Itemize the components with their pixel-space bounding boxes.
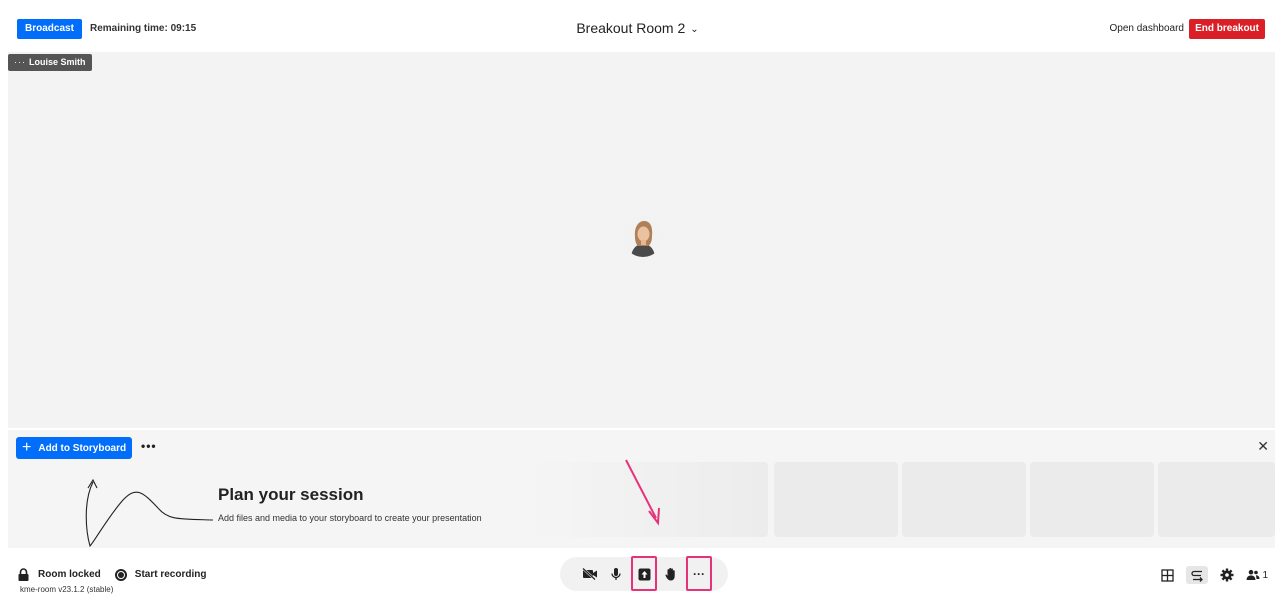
- right-toolbar: 1: [1148, 566, 1268, 584]
- add-to-storyboard-button[interactable]: + Add to Storyboard: [16, 437, 133, 459]
- chevron-down-icon: ⌄: [690, 24, 699, 35]
- ellipsis-icon: ···: [14, 57, 26, 67]
- grid-layout-icon[interactable]: [1156, 566, 1178, 584]
- plan-session-subtitle: Add files and media to your storyboard t…: [218, 513, 482, 523]
- storyboard-toggle-icon[interactable]: [1186, 566, 1209, 584]
- highlight-box-more: [686, 556, 712, 591]
- highlight-box-share: [631, 556, 657, 591]
- video-stage: ··· Louise Smith: [8, 52, 1275, 428]
- end-breakout-button[interactable]: End breakout: [1189, 19, 1265, 39]
- camera-off-icon[interactable]: [578, 557, 602, 591]
- close-icon[interactable]: ✕: [1257, 438, 1269, 455]
- raise-hand-icon[interactable]: [659, 557, 683, 591]
- lock-icon[interactable]: [17, 568, 30, 581]
- top-bar: Broadcast Remaining time: 09:15 Breakout…: [0, 0, 1275, 52]
- storyboard-slot: [902, 462, 1026, 537]
- room-locked-label[interactable]: Room locked: [38, 569, 101, 580]
- start-recording-label: Start recording: [134, 569, 207, 580]
- squiggle-arrow-illustration: [85, 478, 214, 548]
- open-dashboard-link[interactable]: Open dashboard: [1109, 23, 1184, 34]
- storyboard-slot: [1158, 462, 1275, 537]
- storyboard-panel: + Add to Storyboard ••• ✕ Plan your sessi…: [8, 430, 1275, 548]
- participants-icon: [1246, 569, 1260, 580]
- storyboard-slot: [528, 462, 768, 537]
- participant-name-tag[interactable]: ··· Louise Smith: [8, 54, 92, 71]
- version-label: kme-room v23.1.2 (stable): [20, 585, 114, 594]
- participants-button[interactable]: 1: [1246, 566, 1268, 584]
- plan-session-title: Plan your session: [218, 485, 364, 504]
- add-to-storyboard-label: Add to Storyboard: [38, 442, 127, 454]
- microphone-icon[interactable]: [604, 557, 628, 591]
- plus-icon: +: [22, 439, 32, 456]
- storyboard-slot: [774, 462, 898, 537]
- room-status-group: Room locked Start recording: [17, 568, 206, 581]
- storyboard-slot: [1030, 462, 1154, 537]
- room-title: Breakout Room 2: [576, 20, 686, 36]
- room-title-selector[interactable]: Breakout Room 2 ⌄: [0, 20, 1275, 36]
- record-icon: [114, 568, 127, 581]
- participant-name: Louise Smith: [29, 57, 86, 67]
- gear-icon[interactable]: [1216, 566, 1238, 584]
- start-recording-button[interactable]: Start recording: [114, 568, 207, 581]
- avatar: [623, 217, 663, 257]
- participant-count: 1: [1262, 569, 1268, 581]
- storyboard-more-button[interactable]: •••: [141, 439, 157, 453]
